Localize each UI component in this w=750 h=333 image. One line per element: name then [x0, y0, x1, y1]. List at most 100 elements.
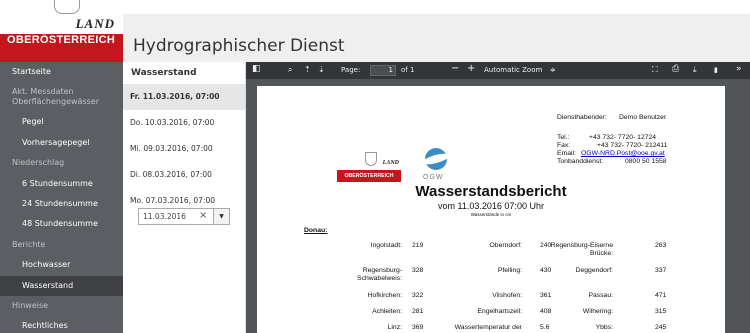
station-value: 263 — [655, 242, 667, 249]
station-name: Deggendorf: — [575, 267, 613, 274]
station-name: Regensburg-Eiserne Brücke: — [550, 242, 613, 257]
station-value: 281 — [412, 308, 424, 315]
station-value: 315 — [655, 308, 667, 315]
more-tools-icon[interactable]: » — [736, 64, 742, 74]
tape-label: Tonbanddienst: — [557, 158, 604, 165]
report-date-item[interactable]: Mi. 09.03.2016, 07:00 — [123, 136, 245, 162]
station-name: Ingolstadt: — [370, 242, 402, 249]
station-value: 408 — [540, 308, 552, 315]
sidebar-item-niederschlag: Niederschlag — [12, 158, 65, 168]
station-name: Regensburg-Schwabelweis: — [357, 267, 402, 282]
zoom-caret-icon[interactable]: ≑ — [550, 66, 556, 74]
station-value: 369 — [412, 324, 424, 331]
station-value: 322 — [412, 292, 424, 299]
date-items: Fr. 11.03.2016, 07:00 Do. 10.03.2016, 07:… — [123, 84, 245, 214]
report-logo-land: LAND — [382, 160, 399, 166]
logo-name-text: OBERÖSTERREICH — [7, 34, 116, 46]
station-name: Pfelling: — [497, 267, 522, 274]
sidebar-item-48-stundensumme[interactable]: 48 Stundensumme — [0, 214, 123, 234]
sidebar-item-wasserstand[interactable]: Wasserstand — [0, 275, 123, 296]
clear-icon[interactable]: × — [199, 210, 207, 221]
ogw-logo: OGW — [421, 146, 452, 184]
sidebar-item-6-stundensumme[interactable]: 6 Stundensumme — [0, 174, 123, 194]
download-icon[interactable]: ⤓ — [693, 65, 697, 75]
date-input-value[interactable]: 11.03.2016 — [143, 212, 186, 221]
station-name: Wassertemperatur der — [454, 324, 522, 331]
crest-icon — [54, 0, 80, 14]
sidebar-item-berichte: Berichte — [12, 239, 46, 249]
bookmark-icon[interactable]: ▮ — [714, 66, 718, 74]
app-window: LAND OBERÖSTERREICH Hydrographischer Die… — [0, 0, 750, 333]
unit-note: Wasserstände in cm — [470, 212, 512, 217]
search-icon[interactable]: ⌕ — [288, 65, 292, 75]
pdf-viewer: ◧ ⌕ ⇡ ⇣ Page: 1 of 1 − + Automatic Zoom … — [246, 62, 750, 333]
report-ooe-logo: LAND OBERÖSTERREICH — [337, 148, 401, 188]
station-name: Engelhartszell: — [477, 308, 522, 315]
email-label: Email: — [557, 150, 576, 157]
station-value: 328 — [412, 267, 424, 274]
tel-value: +43 732- 7720- 12724 — [589, 134, 657, 141]
station-value: 5.6 — [540, 324, 550, 331]
sidebar-item-hinweise: Hinweise — [12, 300, 49, 310]
sidebar-item-pegel[interactable]: Pegel — [0, 112, 123, 132]
fax-value: +43 732- 7720- 212411 — [597, 142, 668, 149]
station-name: Wilhering: — [582, 308, 613, 315]
sidebar-item-hochwasser[interactable]: Hochwasser — [0, 255, 123, 275]
ogw-label: OGW — [423, 174, 444, 181]
report-list-heading: Wasserstand — [131, 68, 197, 78]
sidebar-item-vorhersagepegel[interactable]: Vorhersagepegel — [0, 133, 123, 153]
report-date-item[interactable]: Di. 08.03.2016, 07:00 — [123, 162, 245, 188]
station-value: 219 — [412, 242, 424, 249]
sidebar-item-rechtliches[interactable]: Rechtliches — [0, 316, 123, 333]
report-date-item[interactable]: Fr. 11.03.2016, 07:00 — [123, 84, 245, 110]
pdf-toolbar: ◧ ⌕ ⇡ ⇣ Page: 1 of 1 − + Automatic Zoom … — [246, 62, 750, 79]
report-date-item[interactable]: Do. 10.03.2016, 07:00 — [123, 110, 245, 136]
station-name: Vilshofen: — [492, 292, 522, 299]
tel-label: Tel.: — [557, 134, 570, 141]
station-value: 430 — [540, 267, 552, 274]
page-label: Page: — [341, 66, 361, 74]
crest-icon — [365, 152, 377, 166]
dropdown-toggle-button[interactable]: ▼ — [213, 209, 229, 224]
river-heading: Donau: — [304, 227, 328, 234]
previous-page-icon[interactable]: ⇡ — [304, 65, 311, 74]
pdf-page: LAND OBERÖSTERREICH OGW Diensthabender: … — [257, 86, 725, 333]
report-subtitle: vom 11.03.2016 07:00 Uhr — [438, 201, 544, 211]
date-picker[interactable]: 11.03.2016 × ▼ — [138, 208, 230, 225]
page-count: of 1 — [401, 66, 415, 74]
logo-land-text: LAND — [75, 16, 115, 31]
email-link[interactable]: OGW-NRD.Post@ooe.gv.at — [581, 150, 665, 157]
station-value: 471 — [655, 292, 667, 299]
zoom-out-button[interactable]: − — [451, 63, 459, 74]
report-logo-name: OBERÖSTERREICH — [337, 170, 401, 182]
station-name: Oberndorf: — [489, 242, 523, 249]
duty-value: Demo Benutzer — [619, 114, 667, 121]
sidebar-item-24-stundensumme[interactable]: 24 Stundensumme — [0, 194, 123, 214]
station-name: Hofkirchen: — [367, 292, 402, 299]
sidebar-nav: Startseite Akt. Messdaten Oberflächengewä… — [0, 62, 123, 333]
land-oberoesterreich-logo[interactable]: LAND OBERÖSTERREICH — [0, 0, 123, 62]
duty-label: Diensthabender: — [557, 114, 607, 121]
station-name: Linz: — [387, 324, 402, 331]
station-name: Passau: — [588, 292, 613, 299]
station-name: Achleiten: — [372, 308, 402, 315]
page-number-input[interactable]: 1 — [370, 65, 396, 76]
print-icon[interactable]: ⎙ — [672, 64, 679, 74]
page-title: Hydrographischer Dienst — [133, 36, 345, 56]
next-page-icon[interactable]: ⇣ — [318, 65, 325, 74]
sidebar-item-akt-messdaten-oberflächengewässer: Akt. Messdaten Oberflächengewässer — [12, 87, 99, 107]
sidebar-item-startseite[interactable]: Startseite — [0, 62, 123, 82]
tape-value: 0800 50 1558 — [625, 158, 667, 165]
fax-label: Fax: — [557, 142, 571, 149]
sidebar-toggle-icon[interactable]: ◧ — [252, 64, 261, 74]
report-date-list: Wasserstand Fr. 11.03.2016, 07:00 Do. 10.… — [123, 62, 246, 333]
report-title: Wasserstandsbericht — [415, 183, 567, 200]
page-header: Hydrographischer Dienst — [123, 14, 750, 62]
station-value: 337 — [655, 267, 667, 274]
zoom-in-button[interactable]: + — [467, 63, 475, 74]
zoom-select[interactable]: Automatic Zoom — [484, 66, 542, 74]
presentation-icon[interactable]: ⛶ — [652, 65, 658, 75]
station-value: 245 — [655, 324, 667, 331]
station-value: 361 — [540, 292, 552, 299]
station-name: Ybbs: — [595, 324, 613, 331]
